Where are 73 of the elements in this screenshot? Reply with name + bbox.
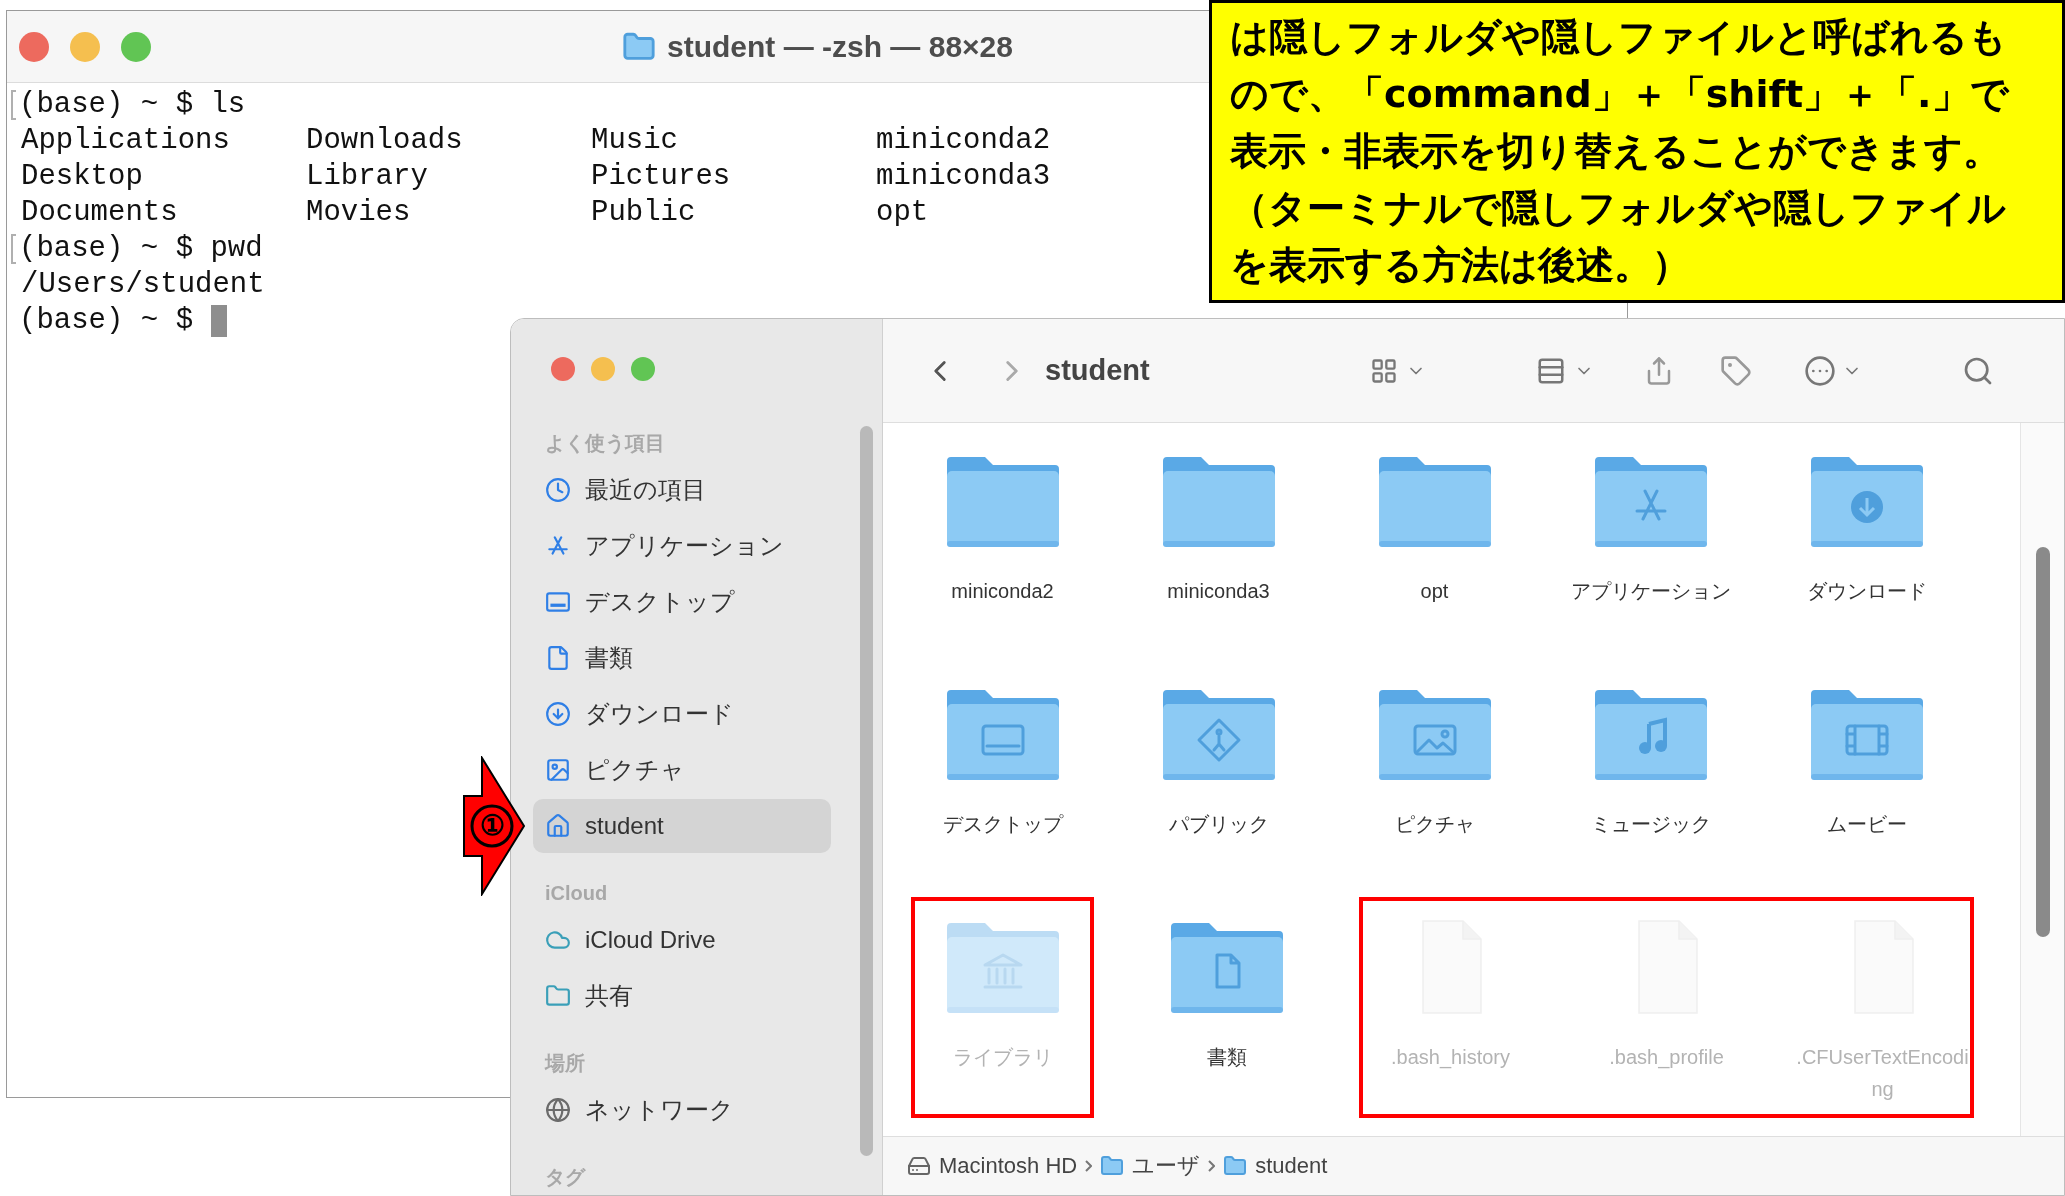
folder-item[interactable]: パブリック: [1131, 668, 1306, 881]
close-button[interactable]: [551, 357, 575, 381]
folder-item[interactable]: アプリケーション: [1563, 435, 1738, 648]
sidebar-item[interactable]: ダウンロード: [533, 687, 831, 741]
desktop-icon: [545, 589, 571, 615]
file-name: Movies: [306, 196, 411, 229]
file-name: Documents: [21, 196, 178, 229]
sidebar-item[interactable]: 共有: [533, 969, 831, 1023]
text-cursor: [211, 305, 228, 337]
line-mark: [11, 90, 16, 120]
command-line: (base) ~ $ pwd: [19, 231, 263, 267]
zoom-button[interactable]: [121, 32, 151, 62]
folder-item[interactable]: opt: [1347, 435, 1522, 648]
window-title: student — -zsh — 88×28: [667, 29, 1013, 65]
sidebar-item[interactable]: ピクチャ: [533, 743, 831, 797]
folder-item[interactable]: ムービー: [1779, 668, 1954, 881]
section-header: タグ: [544, 1165, 587, 1190]
file-name: miniconda2: [876, 124, 1051, 157]
section-header: iCloud: [544, 881, 609, 906]
path-item[interactable]: ユーザ: [1100, 1149, 1201, 1183]
command-line: (base) ~ $ ls: [19, 87, 246, 123]
clock-icon: [545, 477, 571, 503]
file-name: opt: [876, 196, 929, 229]
section-header: 場所: [543, 1051, 586, 1076]
sidebar-item[interactable]: アプリケーション: [533, 519, 831, 573]
document-icon: [545, 645, 571, 671]
file-name: Pictures: [591, 160, 731, 193]
folder-item[interactable]: ミュージック: [1563, 668, 1738, 881]
sidebar-scrollbar[interactable]: [860, 426, 873, 1156]
callout-text: は隠しフォルダや隠しファイルと呼ばれるもので、「command」＋「shift」＋「.」で表示・非表示を切り替えることができます。（ターミナルで隠しフォルダや隠しファイルを表示する方法は後述。）: [1230, 14, 2011, 289]
download-icon: [545, 701, 571, 727]
arrow-marker: ①: [478, 809, 506, 843]
folder-icon: [1223, 1153, 1248, 1178]
section-header: よく使う項目: [544, 431, 666, 456]
sidebar-item[interactable]: 書類: [533, 631, 831, 685]
file-name: Desktop: [21, 160, 143, 193]
file-name: Public: [591, 196, 696, 229]
folder-item[interactable]: miniconda2: [915, 435, 1090, 648]
close-button[interactable]: [19, 32, 49, 62]
file-name: miniconda3: [876, 160, 1051, 193]
path-item[interactable]: student: [1223, 1149, 1328, 1183]
file-name: Music: [591, 124, 678, 157]
globe-icon: [545, 1097, 571, 1123]
line-mark: [11, 234, 16, 264]
folder-item[interactable]: ダウンロード: [1779, 435, 1954, 648]
sidebar-item[interactable]: デスクトップ: [533, 575, 831, 629]
folder-icon: [1100, 1153, 1125, 1178]
chevron-right-icon: [1208, 1159, 1216, 1172]
grid-view-icon[interactable]: [1369, 356, 1398, 385]
folder-title: student: [1045, 352, 1150, 388]
folder-item[interactable]: miniconda3: [1131, 435, 1306, 648]
more-icon[interactable]: [1803, 354, 1836, 387]
chevron-right-icon: [1085, 1159, 1093, 1172]
shared-folder-icon: [545, 983, 571, 1009]
folder-item[interactable]: デスクトップ: [915, 668, 1090, 881]
folder-item[interactable]: ピクチャ: [1347, 668, 1522, 881]
file-name: Downloads: [306, 124, 463, 157]
sidebar-item[interactable]: student: [533, 799, 831, 853]
tag-icon[interactable]: [1719, 354, 1752, 387]
folder-item[interactable]: 書類: [1139, 901, 1314, 1114]
home-icon: [545, 813, 571, 839]
output-text: /Users/student: [21, 268, 265, 301]
command-line: (base) ~ $: [19, 303, 194, 339]
sidebar-item[interactable]: 最近の項目: [533, 463, 831, 517]
sidebar-item[interactable]: ネットワーク: [533, 1083, 831, 1137]
file-name: Applications: [21, 124, 230, 157]
path-item[interactable]: Macintosh HD: [907, 1149, 1078, 1183]
scrollbar-thumb[interactable]: [2035, 547, 2050, 937]
minimize-button[interactable]: [70, 32, 100, 62]
picture-icon: [545, 757, 571, 783]
zoom-button[interactable]: [631, 357, 655, 381]
sidebar-item[interactable]: iCloud Drive: [533, 913, 831, 967]
file-name: Library: [306, 160, 428, 193]
